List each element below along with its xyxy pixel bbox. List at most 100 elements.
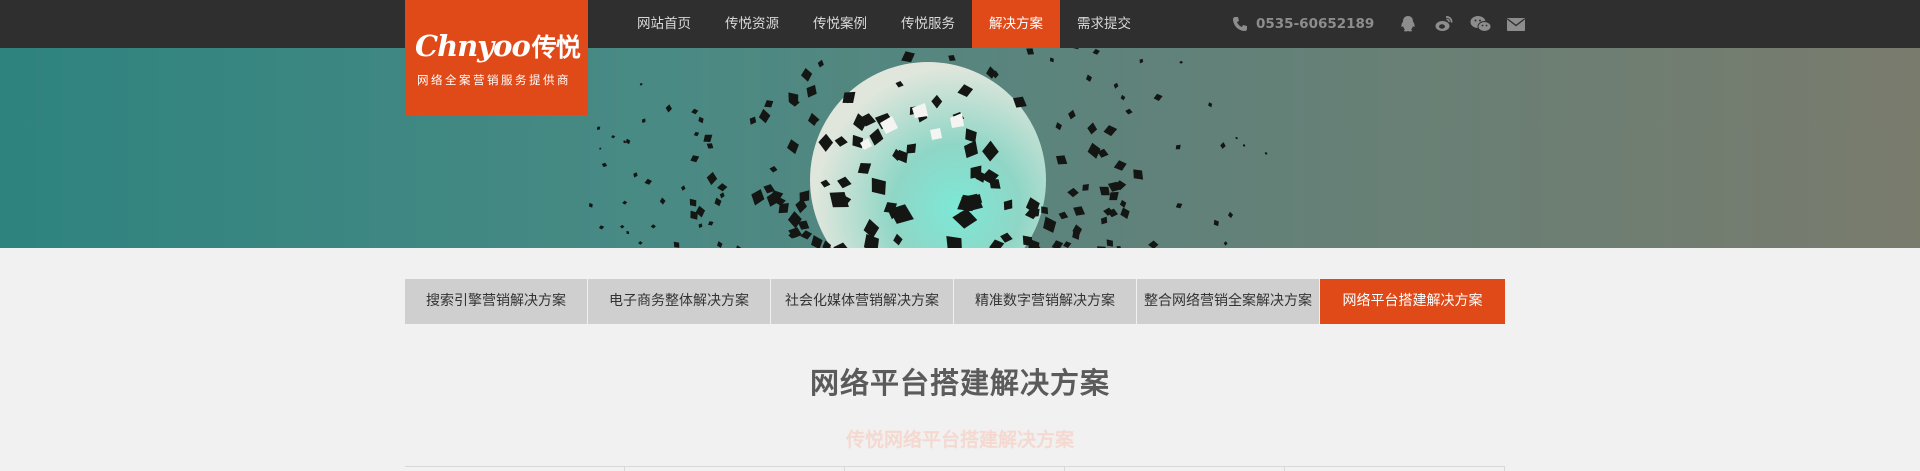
- shard-shape: [1120, 207, 1130, 219]
- nav-item-submit-request[interactable]: 需求提交: [1060, 0, 1148, 48]
- shard-shape: [598, 225, 605, 230]
- shard-shape: [1153, 93, 1163, 101]
- shard-shape: [1086, 74, 1092, 82]
- shard-shape: [872, 133, 881, 142]
- weibo-icon[interactable]: [1434, 14, 1454, 34]
- nav-item-resources[interactable]: 传悦资源: [708, 0, 796, 48]
- mail-icon[interactable]: [1506, 14, 1526, 34]
- shard-shape: [1109, 191, 1119, 201]
- nav-item-solutions[interactable]: 解决方案: [972, 0, 1060, 48]
- shard-shape: [751, 189, 765, 206]
- shard-shape: [1235, 136, 1238, 140]
- shard-shape: [620, 224, 625, 229]
- shard-shape: [1119, 199, 1127, 208]
- shard-shape: [1067, 187, 1079, 198]
- shard-shape: [1139, 58, 1144, 64]
- tab-ecommerce-solution[interactable]: 电子商务整体解决方案: [588, 279, 771, 324]
- shard-shape: [1148, 240, 1159, 248]
- content-table-top: [405, 466, 1505, 471]
- logo-mark: Chnyoo传悦: [415, 28, 581, 64]
- shard-shape: [1087, 122, 1098, 135]
- shard-shape: [1116, 246, 1121, 248]
- logo-tagline: 网络全案营销服务提供商: [417, 73, 571, 87]
- shard-shape: [1101, 216, 1108, 225]
- shard-shape: [673, 241, 680, 248]
- shard-shape: [689, 198, 697, 207]
- hero-banner: [0, 48, 1920, 248]
- shard-shape: [1125, 108, 1133, 115]
- shard-shape: [1097, 246, 1106, 248]
- shard-shape: [717, 241, 723, 248]
- shard-shape: [625, 138, 631, 145]
- shard-shape: [1087, 142, 1101, 159]
- shard-shape: [1056, 155, 1068, 165]
- shard-shape: [906, 143, 917, 154]
- nav-item-cases[interactable]: 传悦案例: [796, 0, 884, 48]
- shard-shape: [706, 143, 714, 149]
- shard-shape: [808, 112, 819, 126]
- shard-shape: [1223, 241, 1228, 246]
- nav-item-services[interactable]: 传悦服务: [884, 0, 972, 48]
- shard-shape: [1051, 240, 1064, 248]
- shard-shape: [769, 166, 778, 173]
- shard-shape: [659, 197, 666, 205]
- shard-shape: [596, 126, 601, 130]
- shard-shape: [901, 51, 915, 63]
- wechat-icon[interactable]: [1470, 14, 1492, 34]
- shard-shape: [1041, 206, 1049, 215]
- shard-shape: [1133, 169, 1144, 180]
- shard-shape: [698, 116, 704, 124]
- social-links: [1398, 14, 1526, 34]
- shard-shape: [1175, 144, 1181, 150]
- section-subtitle: 传悦网络平台搭建解决方案: [845, 429, 1074, 451]
- shard-shape: [788, 92, 799, 104]
- shard-shape: [801, 68, 813, 82]
- shard-shape: [1082, 184, 1089, 191]
- shard-shape: [1055, 122, 1062, 131]
- shard-shape: [1072, 48, 1079, 50]
- shard-shape: [622, 200, 628, 205]
- shard-shape: [1073, 206, 1086, 216]
- shard-shape: [736, 245, 742, 248]
- tab-sem-solution[interactable]: 搜索引擎营销解决方案: [405, 279, 588, 324]
- shard-shape: [817, 59, 824, 68]
- tab-integrated-marketing-solution[interactable]: 整合网络营销全案解决方案: [1137, 279, 1320, 324]
- shard-shape: [1043, 216, 1057, 233]
- main-nav: 网站首页 传悦资源 传悦案例 传悦服务 解决方案 需求提交: [620, 0, 1148, 48]
- shard-shape: [1092, 48, 1100, 55]
- shard-shape: [623, 140, 626, 144]
- tab-social-media-solution[interactable]: 社会化媒体营销解决方案: [771, 279, 954, 324]
- shard-shape: [749, 116, 757, 125]
- phone-icon: [1232, 16, 1248, 32]
- shard-shape: [1208, 102, 1213, 108]
- shard-shape: [1068, 109, 1076, 120]
- logo-wordmark: Chnyoo: [415, 29, 531, 63]
- shard-shape: [703, 134, 713, 142]
- shard-shape: [1175, 203, 1183, 209]
- shard-shape: [800, 230, 813, 240]
- shard-shape: [1120, 94, 1126, 101]
- qq-icon[interactable]: [1398, 14, 1418, 34]
- shard-shape: [1049, 57, 1054, 63]
- contact-bar: 0535-60652189: [1232, 0, 1526, 48]
- nav-item-home[interactable]: 网站首页: [620, 0, 708, 48]
- shard-shape: [1103, 125, 1118, 137]
- shard-shape: [1228, 211, 1234, 219]
- phone-number: 0535-60652189: [1256, 16, 1375, 32]
- shard-shape: [698, 223, 703, 228]
- shard-shape: [764, 100, 774, 108]
- tab-digital-marketing-solution[interactable]: 精准数字营销解决方案: [954, 279, 1137, 324]
- shard-shape: [1026, 48, 1034, 55]
- shard-shape: [806, 84, 817, 98]
- shard-shape: [706, 171, 718, 186]
- shard-shape: [599, 147, 602, 150]
- logo[interactable]: Chnyoo传悦 网络全案营销服务提供商: [405, 0, 588, 115]
- tab-platform-building-solution[interactable]: 网络平台搭建解决方案: [1320, 279, 1505, 324]
- shard-shape: [693, 131, 700, 137]
- shard-shape: [638, 241, 643, 245]
- solution-tabs: 搜索引擎营销解决方案 电子商务整体解决方案 社会化媒体营销解决方案 精准数字营销…: [405, 279, 1505, 324]
- shard-shape: [650, 224, 656, 229]
- shard-shape: [1113, 82, 1119, 89]
- shard-shape: [1179, 60, 1183, 64]
- shard-shape: [719, 192, 725, 199]
